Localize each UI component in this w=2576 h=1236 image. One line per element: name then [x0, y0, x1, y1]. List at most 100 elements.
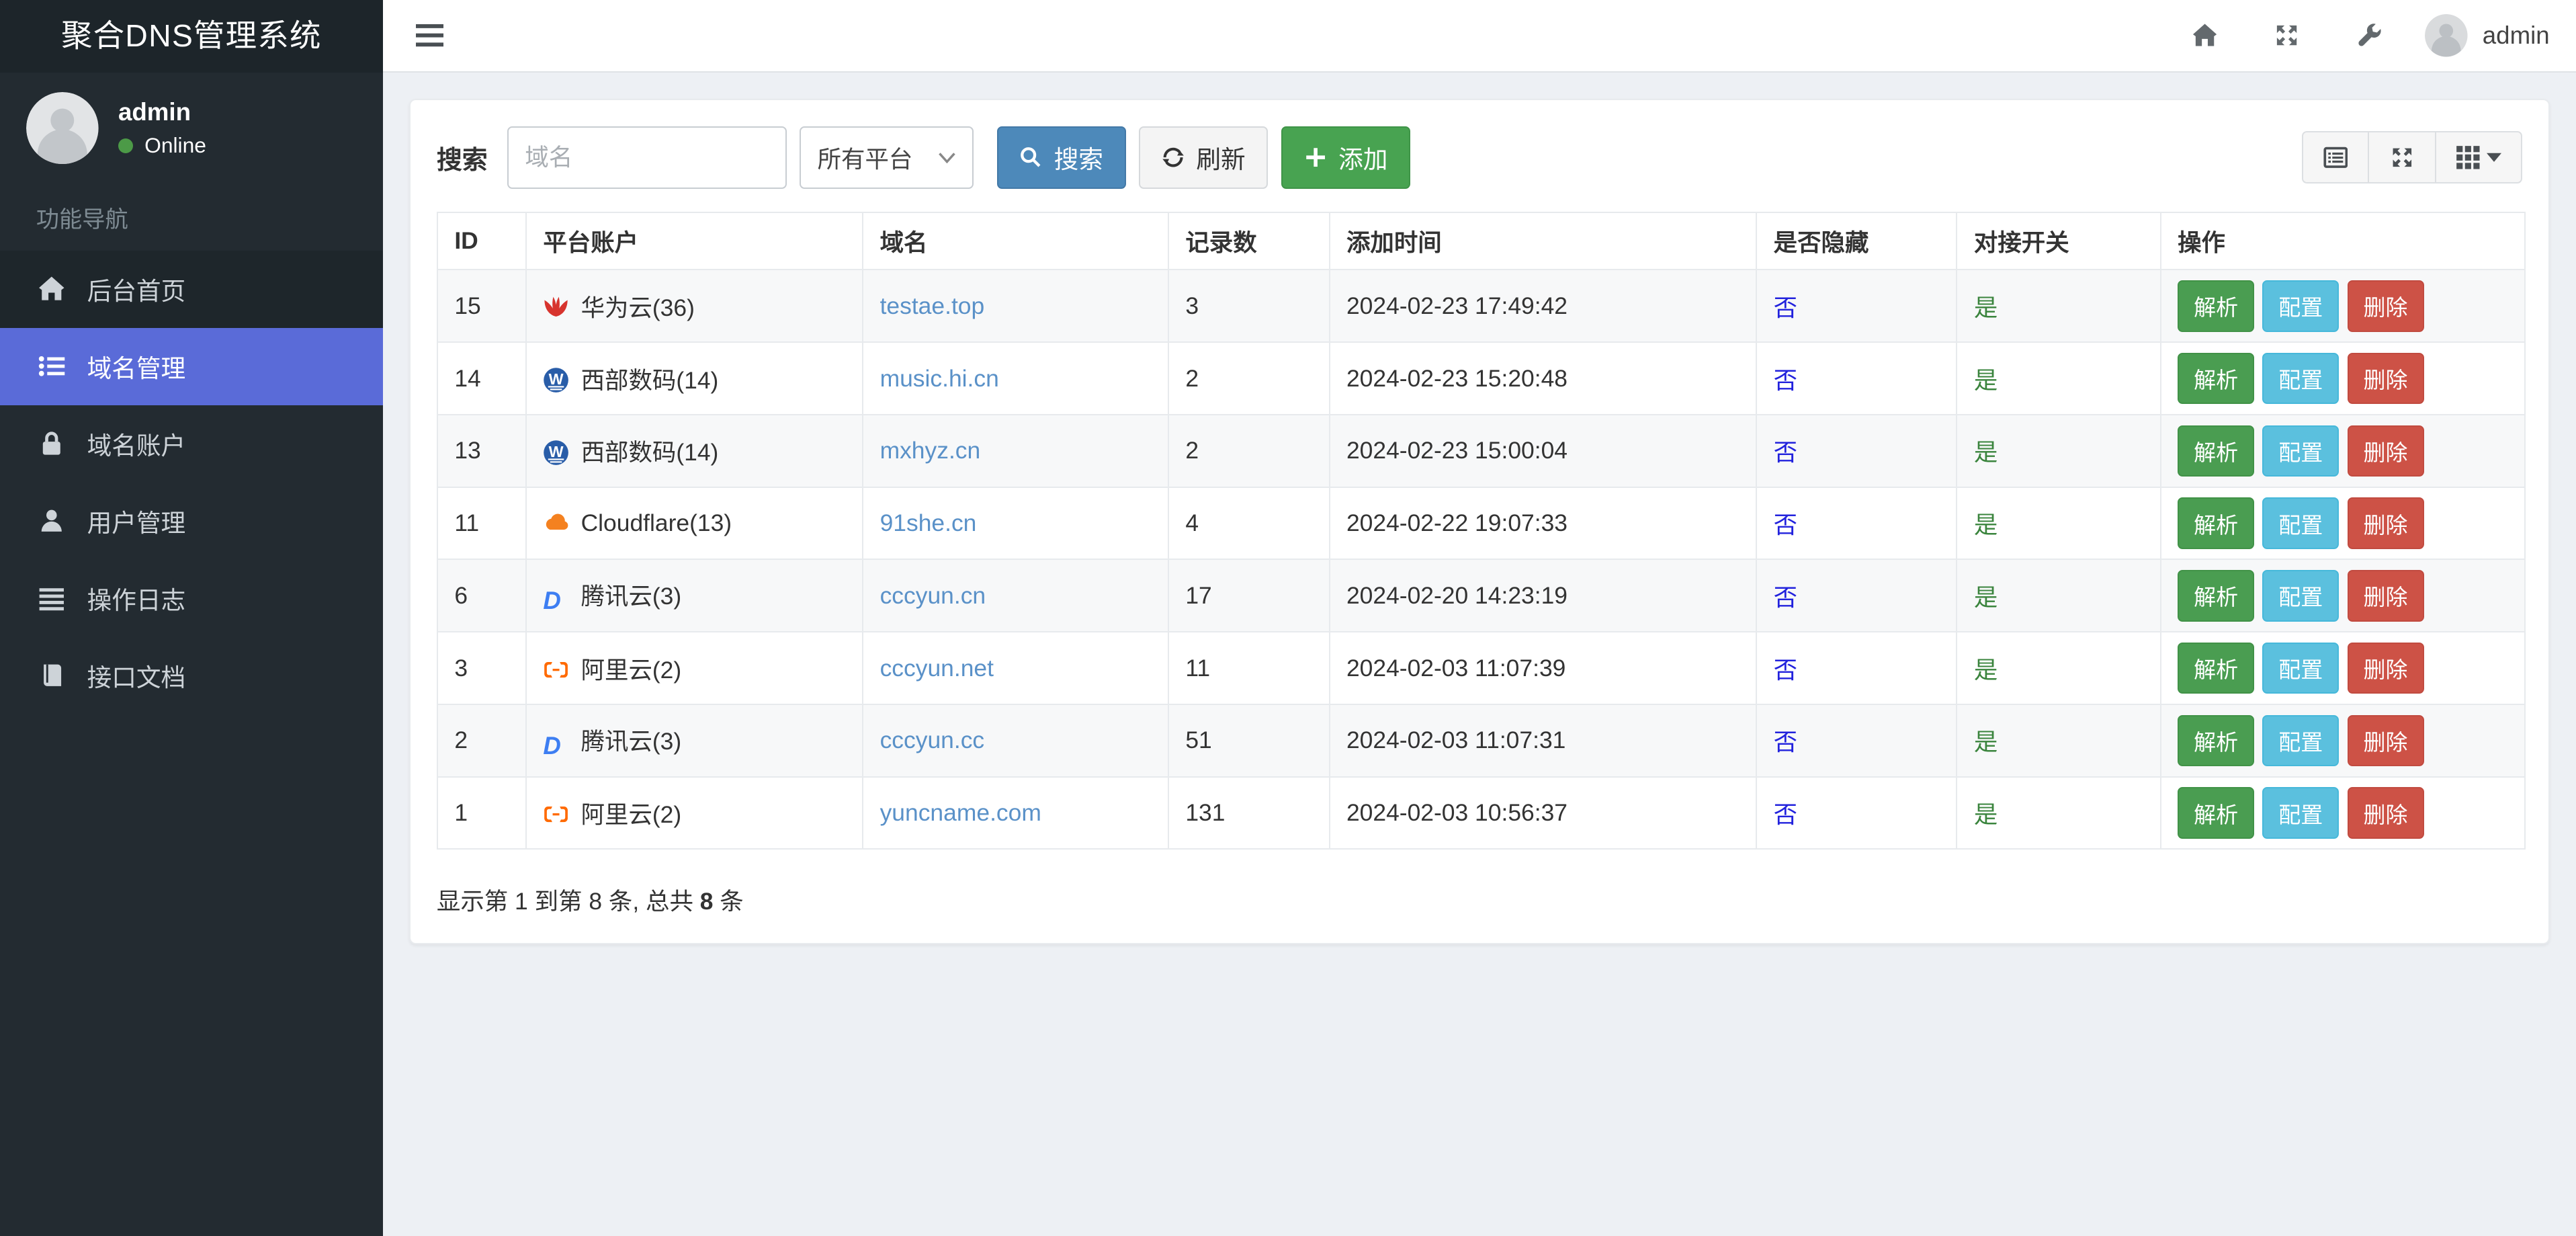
topbar: admin: [382, 0, 2576, 73]
delete-button[interactable]: 删除: [2347, 425, 2424, 477]
switch-toggle[interactable]: 是: [1974, 801, 1998, 828]
domain-link[interactable]: yuncname.com: [880, 799, 1041, 826]
cell-switch: 是: [1956, 486, 2161, 561]
sidebar-item-domain-manage[interactable]: 域名管理: [0, 327, 383, 405]
config-button[interactable]: 配置: [2262, 352, 2339, 405]
search-icon: [1021, 147, 1041, 167]
cell-domain: mxhyz.cn: [862, 413, 1169, 488]
cell-platform: Cloudflare(13): [525, 486, 864, 561]
config-button[interactable]: 配置: [2262, 497, 2339, 549]
topbar-user-menu[interactable]: admin: [2425, 14, 2550, 57]
delete-button[interactable]: 删除: [2347, 642, 2424, 694]
home-icon[interactable]: [2192, 22, 2218, 48]
sidebar-item-user-manage[interactable]: 用户管理: [0, 482, 383, 559]
switch-toggle[interactable]: 是: [1974, 657, 1998, 684]
cell-hidden: 否: [1756, 341, 1958, 415]
resolve-button[interactable]: 解析: [2178, 714, 2255, 767]
hidden-toggle[interactable]: 否: [1774, 294, 1797, 321]
cell-hidden: 否: [1756, 776, 1958, 850]
hidden-toggle[interactable]: 否: [1774, 584, 1797, 611]
domain-link[interactable]: testae.top: [880, 292, 985, 319]
switch-toggle[interactable]: 是: [1974, 729, 1998, 755]
delete-button[interactable]: 删除: [2347, 787, 2424, 839]
sidebar-item-api-docs[interactable]: 接口文档: [0, 636, 383, 714]
search-input[interactable]: [507, 126, 787, 189]
cell-records: 17: [1167, 559, 1330, 633]
sidebar-item-home[interactable]: 后台首页: [0, 250, 383, 328]
cell-platform: 阿里云(2): [525, 631, 864, 705]
resolve-button[interactable]: 解析: [2178, 352, 2255, 405]
domain-link[interactable]: mxhyz.cn: [880, 437, 981, 464]
add-button[interactable]: 添加: [1281, 126, 1411, 189]
list-alt-icon: [2323, 147, 2348, 168]
delete-button[interactable]: 删除: [2347, 280, 2424, 332]
config-button[interactable]: 配置: [2262, 714, 2339, 767]
book-icon: [38, 661, 66, 690]
domain-link[interactable]: 91she.cn: [880, 509, 977, 536]
hidden-toggle[interactable]: 否: [1774, 439, 1797, 466]
sidebar-item-operation-log[interactable]: 操作日志: [0, 559, 383, 636]
cell-platform: D 腾讯云(3): [525, 559, 864, 633]
user-avatar: [26, 91, 99, 165]
config-button[interactable]: 配置: [2262, 570, 2339, 622]
delete-button[interactable]: 删除: [2347, 714, 2424, 767]
sidebar-toggle-button[interactable]: [415, 24, 444, 47]
cell-platform: 阿里云(2): [525, 776, 864, 850]
columns-dropdown-button[interactable]: [2436, 131, 2522, 184]
switch-toggle[interactable]: 是: [1974, 584, 1998, 611]
svg-text:W: W: [549, 370, 564, 388]
config-button[interactable]: 配置: [2262, 425, 2339, 477]
cell-id: 11: [436, 486, 527, 561]
resolve-button[interactable]: 解析: [2178, 280, 2255, 332]
hidden-toggle[interactable]: 否: [1774, 367, 1797, 394]
cell-hidden: 否: [1756, 631, 1958, 705]
user-icon: [38, 507, 66, 535]
cell-id: 13: [436, 413, 527, 488]
west-icon: W: [543, 367, 569, 393]
cell-id: 14: [436, 341, 527, 415]
domain-link[interactable]: cccyun.cn: [880, 582, 986, 609]
refresh-button[interactable]: 刷新: [1139, 126, 1269, 189]
west-icon: W: [543, 440, 569, 466]
cell-records: 11: [1167, 631, 1330, 705]
resolve-button[interactable]: 解析: [2178, 570, 2255, 622]
column-header-domain: 域名: [862, 211, 1169, 271]
hidden-toggle[interactable]: 否: [1774, 511, 1797, 538]
domain-link[interactable]: music.hi.cn: [880, 365, 999, 392]
config-button[interactable]: 配置: [2262, 787, 2339, 839]
hidden-toggle[interactable]: 否: [1774, 657, 1797, 684]
switch-toggle[interactable]: 是: [1974, 367, 1998, 394]
sidebar-username: admin: [118, 98, 191, 126]
wrench-icon[interactable]: [2356, 22, 2382, 48]
cell-added-time: 2024-02-03 11:07:31: [1328, 703, 1758, 778]
switch-toggle[interactable]: 是: [1974, 439, 1998, 466]
resolve-button[interactable]: 解析: [2178, 787, 2255, 839]
resolve-button[interactable]: 解析: [2178, 642, 2255, 694]
log-icon: [38, 584, 66, 612]
cell-records: 4: [1167, 486, 1330, 561]
config-button[interactable]: 配置: [2262, 642, 2339, 694]
home-icon: [38, 275, 66, 303]
resolve-button[interactable]: 解析: [2178, 497, 2255, 549]
fullscreen-icon[interactable]: [2274, 22, 2300, 48]
toggle-detail-view-button[interactable]: [2301, 131, 2370, 184]
user-status-link[interactable]: Online: [118, 133, 206, 158]
domain-link[interactable]: cccyun.cc: [880, 727, 985, 753]
hidden-toggle[interactable]: 否: [1774, 729, 1797, 755]
delete-button[interactable]: 删除: [2347, 352, 2424, 405]
switch-toggle[interactable]: 是: [1974, 511, 1998, 538]
domain-table-card: 搜索 所有平台 搜索 刷新 添加: [409, 98, 2550, 945]
config-button[interactable]: 配置: [2262, 280, 2339, 332]
search-button[interactable]: 搜索: [996, 126, 1126, 189]
cell-domain: cccyun.cc: [862, 703, 1169, 778]
fullscreen-table-button[interactable]: [2369, 131, 2437, 184]
resolve-button[interactable]: 解析: [2178, 425, 2255, 477]
switch-toggle[interactable]: 是: [1974, 294, 1998, 321]
platform-select[interactable]: 所有平台: [800, 126, 974, 189]
sidebar-item-domain-account[interactable]: 域名账户: [0, 405, 383, 483]
domain-link[interactable]: cccyun.net: [880, 655, 994, 682]
delete-button[interactable]: 删除: [2347, 497, 2424, 549]
hidden-toggle[interactable]: 否: [1774, 801, 1797, 828]
delete-button[interactable]: 删除: [2347, 570, 2424, 622]
cell-hidden: 否: [1756, 559, 1958, 633]
